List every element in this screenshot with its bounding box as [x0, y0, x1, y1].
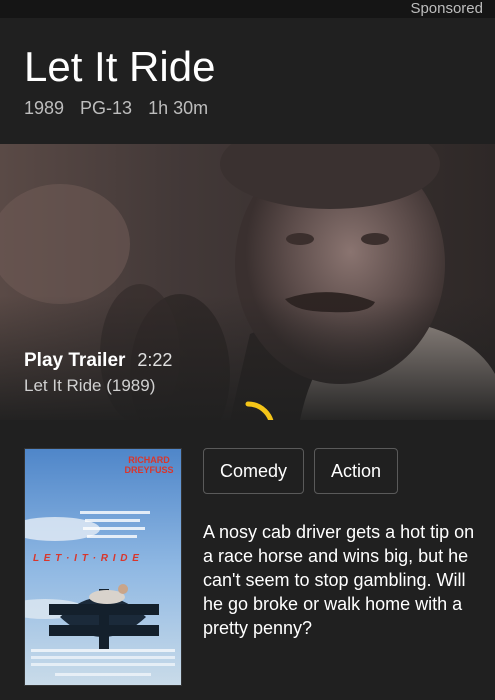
details-section: RICHARD DREYFUSS L E T · I T · R I D E C… [0, 420, 495, 700]
title-header: Let It Ride 1989 PG-13 1h 30m [0, 18, 495, 144]
trailer-duration: 2:22 [137, 350, 173, 370]
movie-description: A nosy cab driver gets a hot tip on a ra… [203, 522, 475, 638]
movie-year: 1989 [24, 98, 65, 118]
movie-rating: PG-13 [80, 98, 133, 118]
trailer-player[interactable]: Play Trailer 2:22 Let It Ride (1989) [0, 144, 495, 420]
genre-chip-action[interactable]: Action [314, 448, 399, 494]
poster-image [25, 449, 181, 685]
play-trailer-label[interactable]: Play Trailer [24, 350, 125, 372]
sponsored-label: Sponsored [410, 0, 483, 17]
loading-spinner-icon [221, 401, 275, 420]
genre-chip-comedy[interactable]: Comedy [203, 448, 305, 494]
trailer-info: Play Trailer 2:22 Let It Ride (1989) [24, 350, 172, 396]
movie-meta: 1989 PG-13 1h 30m [24, 98, 208, 119]
movie-runtime: 1h 30m [148, 98, 209, 118]
genre-chips: Comedy Action [203, 448, 399, 494]
poster-star-name: RICHARD DREYFUSS [124, 455, 174, 475]
movie-title: Let It Ride [24, 43, 216, 90]
top-bar: Sponsored [0, 0, 495, 18]
poster-title-art: L E T · I T · R I D E [33, 553, 140, 564]
trailer-subtitle: Let It Ride (1989) [24, 376, 156, 395]
movie-poster[interactable]: RICHARD DREYFUSS L E T · I T · R I D E [24, 448, 182, 686]
